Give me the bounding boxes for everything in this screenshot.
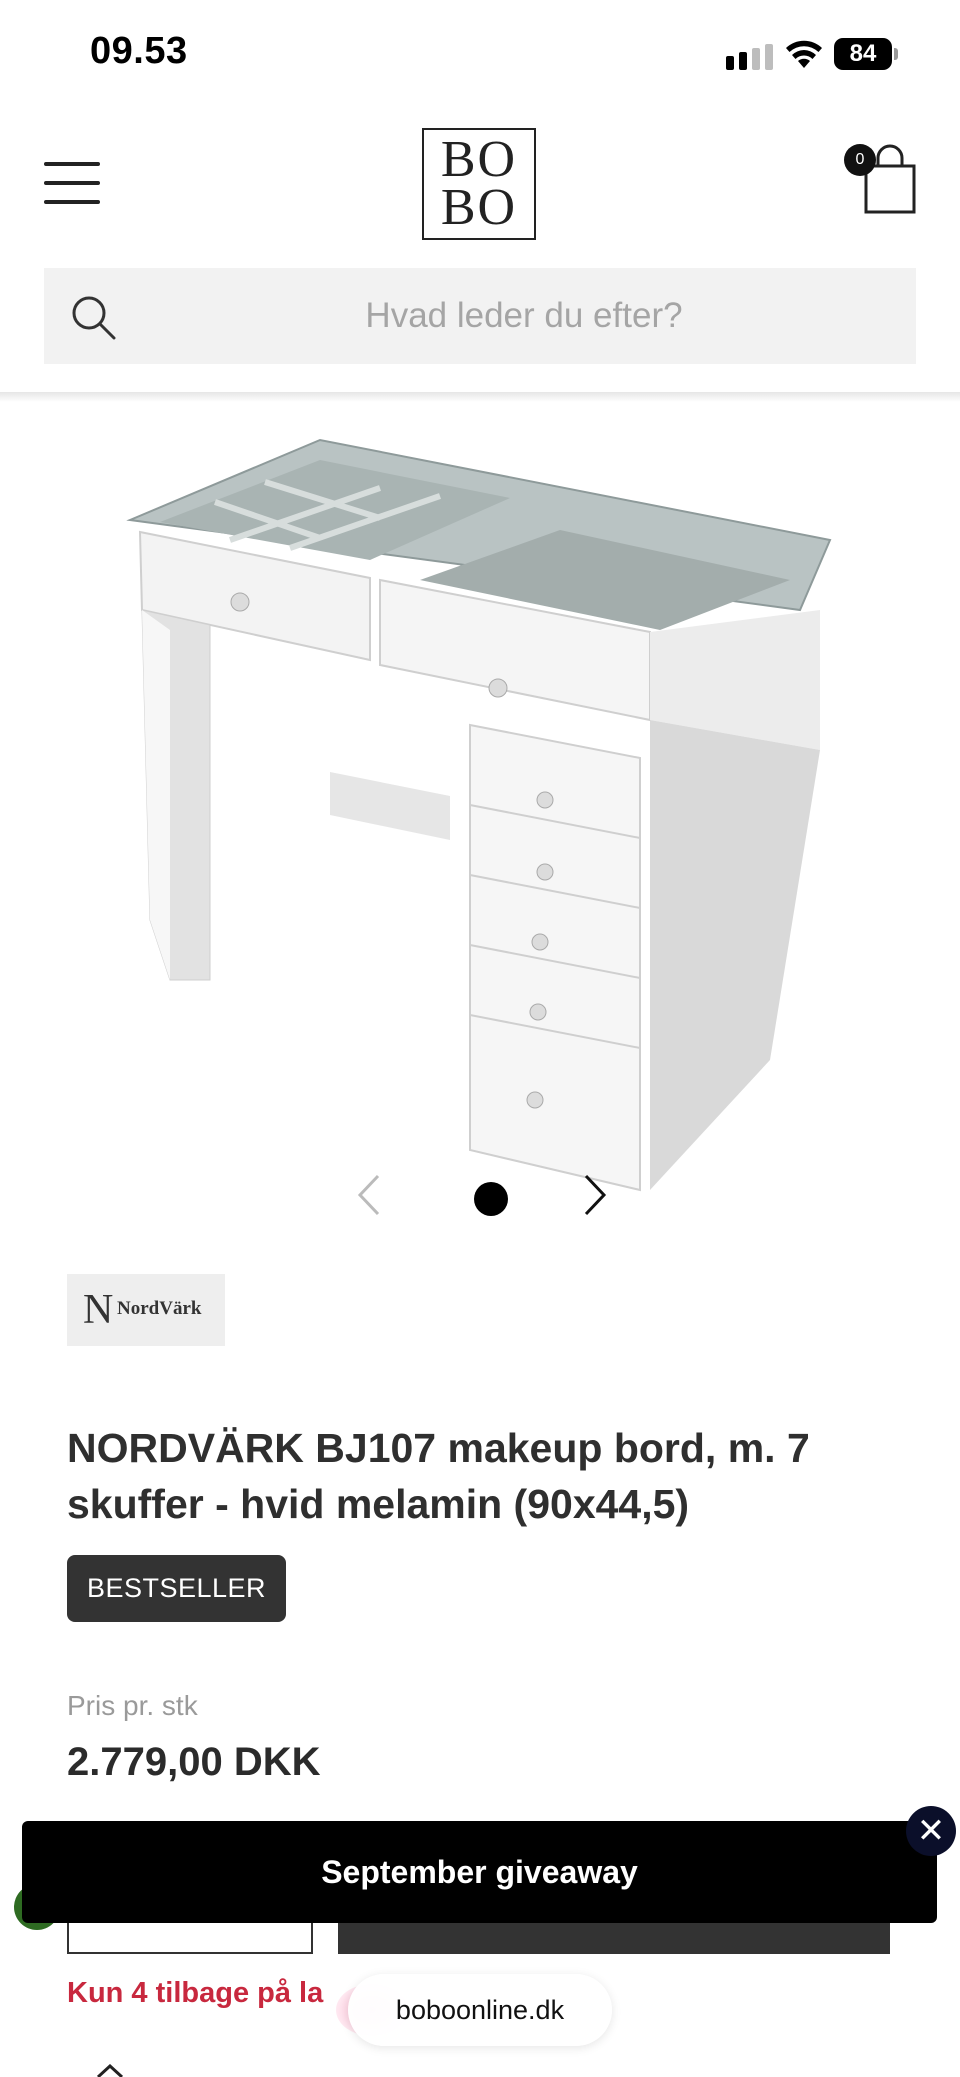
carousel-dot-active[interactable]: [474, 1182, 508, 1216]
logo-line-1: BO: [440, 131, 518, 188]
brand-logo-initial: N: [83, 1287, 114, 1333]
bestseller-badge: BESTSELLER: [67, 1555, 286, 1622]
brand-logo-text: NordVärk: [117, 1298, 202, 1319]
search-input[interactable]: [164, 268, 884, 364]
price-value: 2.779,00 DKK: [67, 1740, 321, 1784]
logo-line-2: BO: [440, 179, 518, 236]
signal-icon: [726, 44, 773, 70]
giveaway-banner[interactable]: September giveaway: [22, 1821, 937, 1923]
stock-status: Kun 4 tilbage på la: [67, 1977, 324, 2009]
product-title: NORDVÄRK BJ107 makeup bord, m. 7 skuffer…: [67, 1425, 810, 1527]
cart-button[interactable]: 0: [840, 140, 920, 220]
price-label: Pris pr. stk: [67, 1690, 198, 1721]
battery-level: 84: [834, 38, 892, 70]
search-bar[interactable]: [44, 268, 916, 364]
close-icon[interactable]: ✕: [906, 1806, 956, 1856]
battery-icon: 84: [834, 38, 898, 70]
url-bar[interactable]: boboonline.dk: [348, 1974, 612, 2046]
chevron-left-icon[interactable]: [350, 1170, 390, 1220]
cart-count-badge: 0: [844, 144, 876, 176]
search-icon[interactable]: [70, 294, 116, 340]
wifi-icon: [786, 40, 822, 68]
brand-logo[interactable]: N NordVärk: [67, 1274, 225, 1346]
header-divider: [0, 392, 960, 402]
chevron-right-icon[interactable]: [574, 1170, 614, 1220]
status-time: 09.53: [90, 30, 188, 72]
product-image[interactable]: [120, 420, 840, 1200]
chevron-up-icon[interactable]: [96, 2064, 124, 2077]
site-logo[interactable]: BO BO: [422, 128, 536, 240]
menu-icon[interactable]: [44, 160, 100, 206]
